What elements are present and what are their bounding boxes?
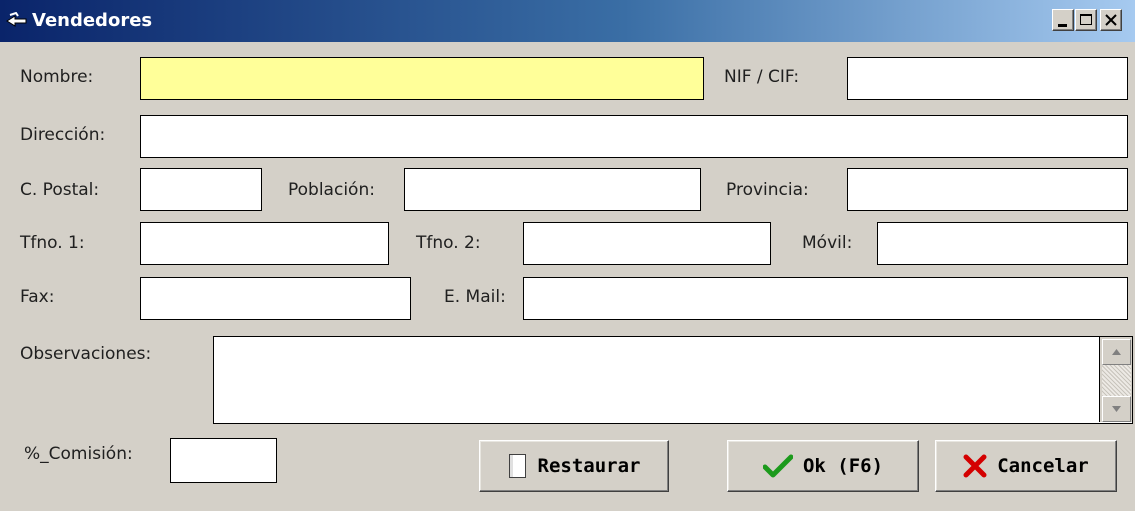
label-fax: Fax: — [20, 287, 55, 307]
vendedores-window: Vendedores Nombre: NIF / CIF: Dirección:… — [0, 0, 1135, 511]
label-comision: %_Comisión: — [24, 444, 133, 464]
title-bar[interactable]: Vendedores — [0, 0, 1135, 42]
minimize-button[interactable] — [1052, 9, 1074, 31]
tfno1-input[interactable] — [141, 223, 388, 264]
observaciones-scrollbar[interactable] — [1099, 337, 1132, 422]
label-observaciones: Observaciones: — [20, 344, 152, 364]
fax-input[interactable] — [141, 278, 410, 319]
tfno1-field[interactable] — [140, 222, 389, 265]
label-tfno2: Tfno. 2: — [416, 233, 481, 253]
maximize-icon — [1080, 14, 1092, 25]
label-direccion: Dirección: — [20, 125, 106, 145]
poblacion-field[interactable] — [404, 168, 701, 211]
movil-input[interactable] — [878, 223, 1127, 264]
fax-field[interactable] — [140, 277, 411, 320]
window-title: Vendedores — [32, 10, 153, 31]
observaciones-field[interactable] — [213, 336, 1133, 424]
scroll-up-button[interactable] — [1102, 339, 1131, 365]
label-cpostal: C. Postal: — [20, 180, 100, 200]
close-icon — [1105, 14, 1117, 26]
label-nombre: Nombre: — [20, 67, 94, 87]
label-email: E. Mail: — [444, 287, 506, 307]
movil-field[interactable] — [877, 222, 1128, 265]
observaciones-textarea[interactable] — [214, 337, 1098, 423]
email-field[interactable] — [523, 277, 1128, 320]
tfno2-field[interactable] — [523, 222, 771, 265]
direccion-input[interactable] — [141, 116, 1127, 157]
arrow-up-icon — [1112, 349, 1121, 355]
label-poblacion: Población: — [288, 180, 375, 200]
cpostal-field[interactable] — [140, 168, 262, 211]
ok-label: Ok (F6) — [802, 455, 884, 477]
label-nif: NIF / CIF: — [724, 67, 800, 87]
label-tfno1: Tfno. 1: — [20, 233, 85, 253]
app-icon — [6, 12, 27, 27]
scroll-down-button[interactable] — [1102, 396, 1131, 422]
nif-field[interactable] — [847, 57, 1128, 100]
arrow-down-icon — [1112, 406, 1121, 412]
restaurar-button[interactable]: Restaurar — [479, 440, 669, 492]
cancelar-label: Cancelar — [997, 455, 1089, 477]
scroll-track[interactable] — [1102, 365, 1131, 396]
nombre-input[interactable] — [141, 58, 703, 99]
close-button[interactable] — [1100, 9, 1122, 31]
tfno2-input[interactable] — [524, 223, 770, 264]
restaurar-label: Restaurar — [537, 455, 641, 477]
comision-input[interactable] — [171, 439, 276, 482]
ok-button[interactable]: Ok (F6) — [727, 440, 919, 492]
maximize-button[interactable] — [1075, 9, 1097, 31]
cancelar-button[interactable]: Cancelar — [935, 440, 1117, 492]
minimize-icon — [1058, 24, 1067, 27]
nombre-field[interactable] — [140, 57, 704, 100]
label-provincia: Provincia: — [726, 180, 809, 200]
restaurar-icon — [508, 454, 526, 478]
provincia-field[interactable] — [847, 168, 1128, 211]
comision-field[interactable] — [170, 438, 277, 483]
nif-input[interactable] — [848, 58, 1127, 99]
provincia-input[interactable] — [848, 169, 1127, 210]
email-input[interactable] — [524, 278, 1127, 319]
cancel-x-icon — [963, 454, 987, 478]
poblacion-input[interactable] — [405, 169, 700, 210]
direccion-field[interactable] — [140, 115, 1128, 158]
checkmark-icon — [762, 454, 793, 478]
label-movil: Móvil: — [802, 233, 853, 253]
cpostal-input[interactable] — [141, 169, 261, 210]
